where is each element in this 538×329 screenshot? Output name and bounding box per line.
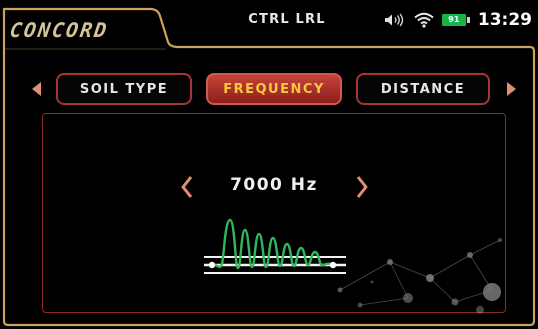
- tab-right-arrow-icon[interactable]: [504, 79, 520, 99]
- chevron-right-icon[interactable]: [355, 175, 369, 199]
- device-title: CTRL LRL: [248, 12, 326, 27]
- battery-icon: 91: [441, 14, 470, 26]
- tab-label-soil-type: SOIL TYPE: [79, 81, 169, 97]
- wifi-icon: [414, 12, 434, 28]
- tab-label-distance: DISTANCE: [380, 81, 466, 97]
- tab-left-arrow-icon[interactable]: [28, 79, 44, 99]
- tab-soil-type[interactable]: SOIL TYPE: [56, 73, 192, 105]
- concord-screen: CONCORD CTRL LRL 91 13:29 SOIL TYPE FREQ…: [0, 0, 538, 329]
- brand-logo: CONCORD: [8, 18, 110, 42]
- tab-frequency[interactable]: FREQUENCY: [206, 73, 342, 105]
- frequency-value: 7000 Hz: [230, 175, 318, 195]
- chevron-left-icon[interactable]: [180, 175, 194, 199]
- status-bar: 91 13:29: [384, 9, 532, 31]
- frequency-wave-icon: [204, 218, 346, 274]
- tab-distance[interactable]: DISTANCE: [356, 73, 490, 105]
- battery-level: 91: [448, 15, 460, 24]
- speaker-icon: [384, 13, 404, 27]
- tab-label-frequency: FREQUENCY: [223, 81, 325, 97]
- clock: 13:29: [477, 10, 532, 30]
